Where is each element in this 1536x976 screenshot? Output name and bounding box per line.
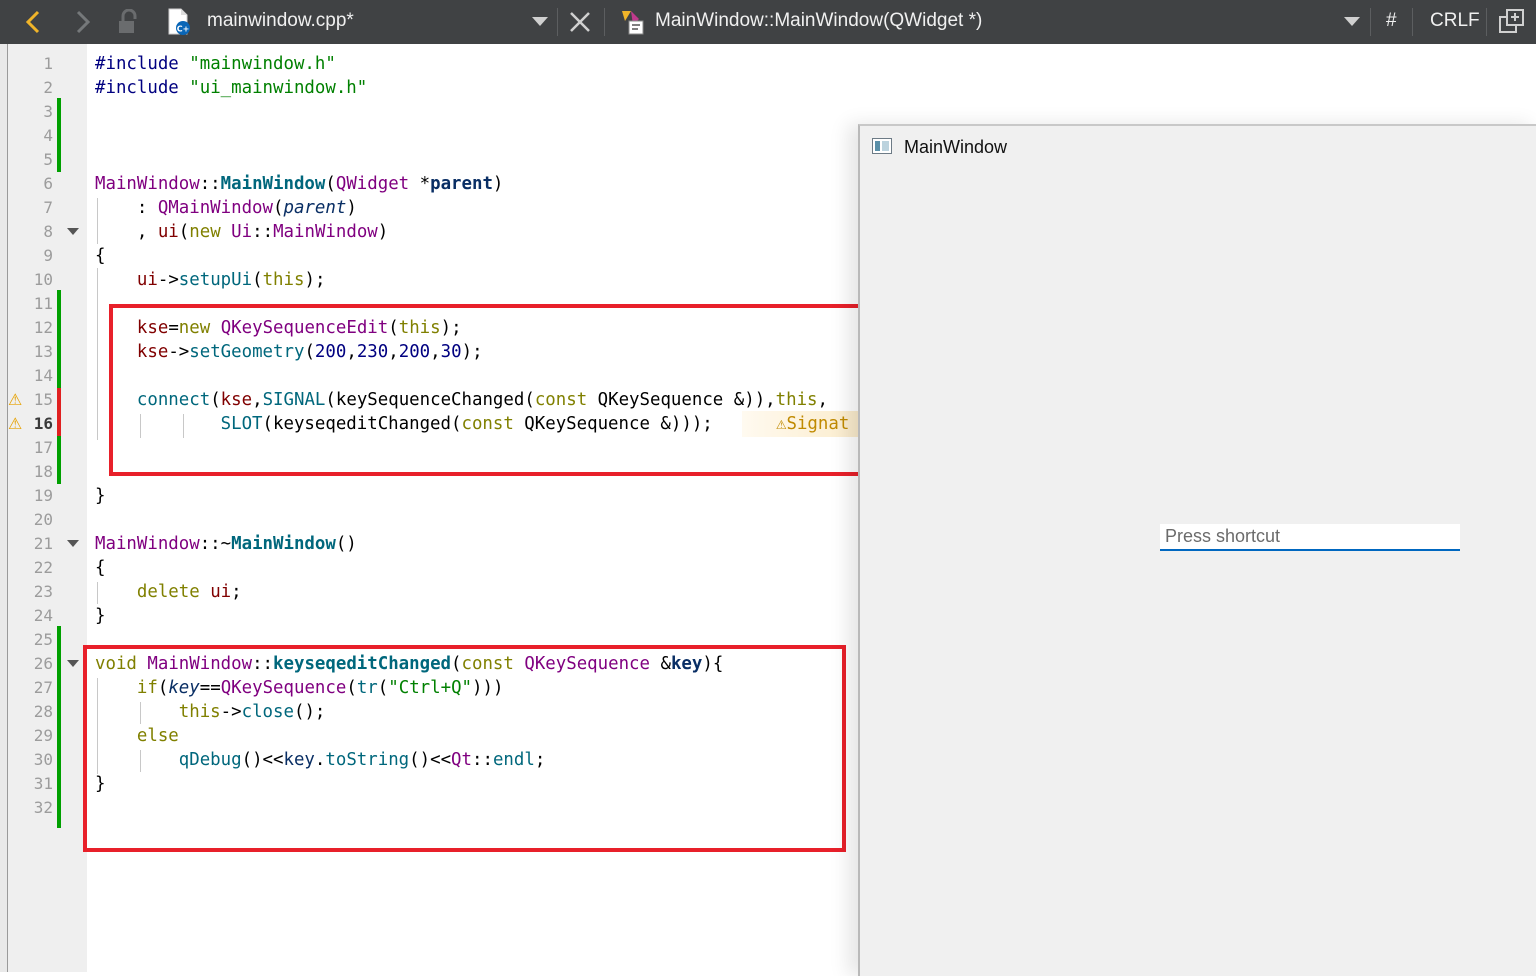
line-number: 19 [33, 486, 53, 505]
added-lines-marker [57, 98, 61, 172]
svg-text:C+: C+ [177, 25, 190, 34]
highlight-box-connect [109, 304, 873, 476]
warning-icon[interactable]: ⚠ [8, 388, 26, 412]
function-dropdown-chevron-icon[interactable] [1338, 0, 1366, 44]
fold-arrow-icon[interactable] [67, 660, 79, 667]
forward-arrow-icon[interactable] [62, 0, 102, 44]
line-number: 27 [33, 678, 53, 697]
code-line[interactable]: } [95, 604, 105, 628]
code-line[interactable]: delete ui; [95, 580, 242, 604]
warning-icon[interactable]: ⚠ [8, 412, 26, 436]
line-number: 20 [33, 510, 53, 529]
highlight-box-slot [83, 645, 846, 852]
line-number: 12 [33, 318, 53, 337]
code-line[interactable]: MainWindow::~MainWindow() [95, 532, 357, 556]
key-sequence-edit[interactable]: Press shortcut [1160, 524, 1460, 551]
line-number: 13 [33, 342, 53, 361]
added-lines-marker [57, 626, 61, 828]
line-number: 8 [43, 222, 53, 241]
app-title: MainWindow [904, 137, 1008, 157]
line-number: 23 [33, 582, 53, 601]
line-number: 9 [43, 246, 53, 265]
sidebar-strip [0, 44, 8, 972]
line-number: 7 [43, 198, 53, 217]
code-line[interactable]: #include "mainwindow.h" [95, 52, 336, 76]
back-arrow-icon[interactable] [14, 0, 54, 44]
fold-arrow-icon[interactable] [67, 540, 79, 547]
main-window-app[interactable]: MainWindow Press shortcut [858, 124, 1536, 976]
cpp-file-icon: C+ [160, 0, 196, 44]
line-number: 6 [43, 174, 53, 193]
app-window-icon [872, 138, 892, 154]
app-title-bar[interactable]: MainWindow [860, 126, 1536, 168]
line-number: 22 [33, 558, 53, 577]
line-number: 29 [33, 726, 53, 745]
line-number: 11 [33, 294, 53, 313]
split-editor-icon[interactable] [1494, 0, 1530, 44]
code-line[interactable]: { [95, 244, 105, 268]
line-number: 14 [33, 366, 53, 385]
line-number: 21 [33, 534, 53, 553]
open-file-name[interactable]: mainwindow.cpp* [207, 0, 354, 44]
line-number: 1 [43, 54, 53, 73]
line-number: 4 [43, 126, 53, 145]
code-line[interactable]: ui->setupUi(this); [95, 268, 326, 292]
code-line[interactable]: , ui(new Ui::MainWindow) [95, 220, 388, 244]
hash-button[interactable]: # [1386, 0, 1397, 44]
line-number: 3 [43, 102, 53, 121]
line-number: 25 [33, 630, 53, 649]
lock-icon[interactable] [110, 0, 146, 44]
added-lines-marker [57, 290, 61, 388]
line-number: 2 [43, 78, 53, 97]
current-function-name[interactable]: MainWindow::MainWindow(QWidget *) [655, 0, 982, 44]
line-number: 5 [43, 150, 53, 169]
close-document-icon[interactable] [564, 0, 596, 44]
code-line[interactable]: { [95, 556, 105, 580]
line-number: 28 [33, 702, 53, 721]
line-number: 18 [33, 462, 53, 481]
code-line[interactable]: MainWindow::MainWindow(QWidget *parent) [95, 172, 503, 196]
added-lines-marker [57, 436, 61, 484]
line-number: 32 [33, 798, 53, 817]
line-number: 24 [33, 606, 53, 625]
line-number: 26 [33, 654, 53, 673]
file-dropdown-chevron-icon[interactable] [526, 0, 554, 44]
code-line[interactable]: #include "ui_mainwindow.h" [95, 76, 367, 100]
line-number: 10 [33, 270, 53, 289]
line-ending-selector[interactable]: CRLF [1430, 0, 1480, 44]
line-number: 17 [33, 438, 53, 457]
function-symbol-icon [614, 0, 650, 44]
modified-lines-marker [57, 388, 61, 436]
line-number: 30 [33, 750, 53, 769]
fold-arrow-icon[interactable] [67, 228, 79, 235]
editor-toolbar: C+ mainwindow.cpp* MainWindow::MainWindo… [0, 0, 1536, 44]
code-line[interactable]: : QMainWindow(parent) [95, 196, 357, 220]
line-number: 31 [33, 774, 53, 793]
code-line[interactable]: } [95, 484, 105, 508]
